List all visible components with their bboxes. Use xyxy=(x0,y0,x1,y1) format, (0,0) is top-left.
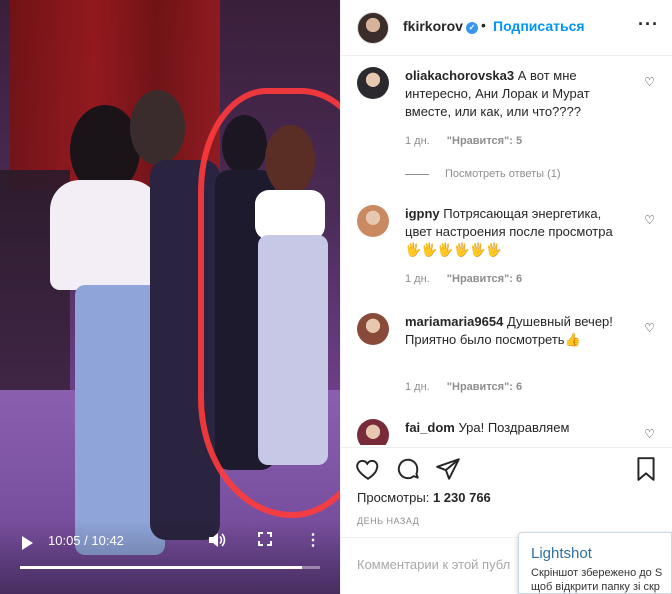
avatar[interactable] xyxy=(357,12,389,44)
post-username[interactable]: fkirkorov ✓ xyxy=(403,18,478,34)
video-controls: 10:05 / 10:42 ⋮ xyxy=(0,520,340,594)
comment-username[interactable]: igpny xyxy=(405,206,440,221)
like-heart-icon[interactable] xyxy=(355,456,381,482)
comment-age: 1 дн. xyxy=(405,135,430,147)
comment-likes[interactable]: "Нравится": 6 xyxy=(447,381,522,393)
comment-username[interactable]: fai_dom xyxy=(405,420,455,435)
like-heart-icon[interactable]: ♡ xyxy=(644,427,655,441)
comment-text-block: mariamaria9654 Душевный вечер! Приятно б… xyxy=(405,313,631,349)
save-bookmark-icon[interactable] xyxy=(633,456,659,482)
share-paper-plane-icon[interactable] xyxy=(435,456,461,482)
comment-meta: 1 дн. "Нравится": 6 xyxy=(405,273,536,285)
comment-text-block: fai_dom Ура! Поздравляем xyxy=(405,419,631,437)
comment-text: Ура! Поздравляем xyxy=(458,420,570,435)
views-label: Просмотры: xyxy=(357,490,430,505)
post-timestamp: ДЕНЬ НАЗАД xyxy=(357,516,420,526)
lightshot-title: Lightshot xyxy=(531,545,592,562)
comment-bubble-icon[interactable] xyxy=(395,456,421,482)
separator-dot: • xyxy=(481,17,486,33)
like-heart-icon[interactable]: ♡ xyxy=(644,75,655,89)
comment-likes[interactable]: "Нравится": 6 xyxy=(447,273,522,285)
comment-likes[interactable]: "Нравится": 5 xyxy=(447,135,522,147)
video-more-icon[interactable]: ⋮ xyxy=(305,530,321,550)
lightshot-message-line: щоб відкрити папку зі скр xyxy=(531,581,660,593)
comment-text-block: oliakachorovska3 А вот мне интересно, Ан… xyxy=(405,67,631,121)
views-number: 1 230 766 xyxy=(432,490,491,505)
comment: oliakachorovska3 А вот мне интересно, Ан… xyxy=(357,67,657,187)
lightshot-message-line: Скріншот збережено до S xyxy=(531,567,663,579)
like-heart-icon[interactable]: ♡ xyxy=(644,321,655,335)
lightshot-notification[interactable]: Lightshot Скріншот збережено до S щоб ві… xyxy=(518,532,672,594)
more-options-icon[interactable]: ··· xyxy=(638,14,659,35)
avatar[interactable] xyxy=(357,313,389,345)
video-time: 10:05 / 10:42 xyxy=(48,533,124,548)
fullscreen-icon[interactable] xyxy=(258,532,272,546)
comment-text-block: igpny Потрясающая энергетика, цвет настр… xyxy=(405,205,631,259)
comment-age: 1 дн. xyxy=(405,381,430,393)
like-heart-icon[interactable]: ♡ xyxy=(644,213,655,227)
avatar[interactable] xyxy=(357,419,389,445)
verified-badge-icon: ✓ xyxy=(465,22,478,34)
comment-meta: 1 дн. "Нравится": 6 xyxy=(405,381,536,393)
comments-list: oliakachorovska3 А вот мне интересно, Ан… xyxy=(341,57,672,445)
comment-username[interactable]: oliakachorovska3 xyxy=(405,68,514,83)
avatar[interactable] xyxy=(357,67,389,99)
views-count: Просмотры: 1 230 766 xyxy=(357,490,491,505)
post-side-panel: fkirkorov ✓ • Подписаться ··· oliakachoro… xyxy=(340,0,672,594)
comment-age: 1 дн. xyxy=(405,273,430,285)
volume-icon[interactable] xyxy=(208,532,226,552)
comment-username[interactable]: mariamaria9654 xyxy=(405,314,503,329)
post-header: fkirkorov ✓ • Подписаться ··· xyxy=(341,0,672,56)
video-progress-bar[interactable] xyxy=(20,566,320,569)
avatar[interactable] xyxy=(357,205,389,237)
comment: igpny Потрясающая энергетика, цвет настр… xyxy=(357,205,657,295)
post-actions-bar xyxy=(341,447,672,489)
view-replies-button[interactable]: Посмотреть ответы (1) xyxy=(405,168,561,180)
play-icon[interactable] xyxy=(20,536,34,550)
comment-meta: 1 дн. "Нравится": 5 xyxy=(405,135,536,147)
video-person xyxy=(130,90,185,165)
comment: mariamaria9654 Душевный вечер! Приятно б… xyxy=(357,313,657,403)
follow-button[interactable]: Подписаться xyxy=(493,18,585,34)
video-progress-fill xyxy=(20,566,302,569)
video-person xyxy=(50,180,160,290)
comment: fai_dom Ура! Поздравляем ♡ xyxy=(357,419,657,445)
